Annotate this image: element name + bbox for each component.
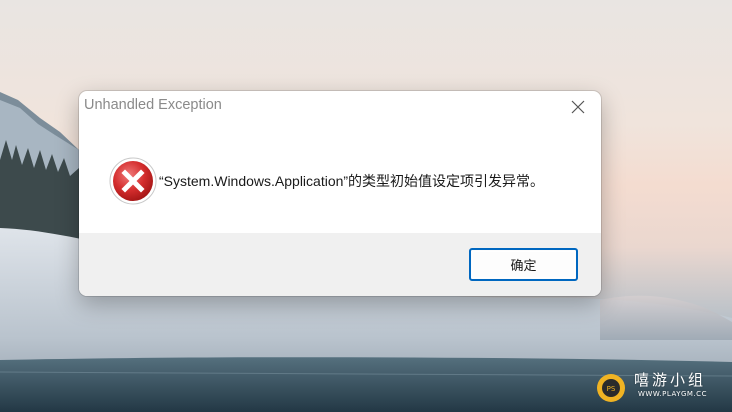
watermark-url: WWW.PLAYGM.CC bbox=[638, 390, 707, 398]
dialog-content: “System.Windows.Application”的类型初始值设定项引发异… bbox=[79, 123, 601, 233]
error-icon bbox=[109, 157, 157, 205]
game-controller-logo-icon: PS bbox=[597, 374, 625, 402]
dialog-titlebar[interactable]: Unhandled Exception bbox=[79, 91, 601, 123]
desktop: Unhandled Exception “System.Windows.Appl… bbox=[0, 0, 732, 412]
svg-text:PS: PS bbox=[607, 385, 616, 393]
dialog-footer: 确定 bbox=[79, 233, 601, 296]
error-message: “System.Windows.Application”的类型初始值设定项引发异… bbox=[159, 173, 545, 189]
close-button[interactable] bbox=[555, 91, 601, 123]
watermark-text: 嘻游小组 bbox=[634, 371, 707, 389]
close-icon bbox=[571, 100, 585, 114]
watermark: PS 嘻游小组 WWW.PLAYGM.CC bbox=[594, 368, 726, 404]
ok-button-label: 确定 bbox=[510, 259, 537, 274]
ok-button[interactable]: 确定 bbox=[469, 248, 578, 281]
error-dialog: Unhandled Exception “System.Windows.Appl… bbox=[79, 91, 601, 296]
dialog-title: Unhandled Exception bbox=[84, 97, 222, 113]
